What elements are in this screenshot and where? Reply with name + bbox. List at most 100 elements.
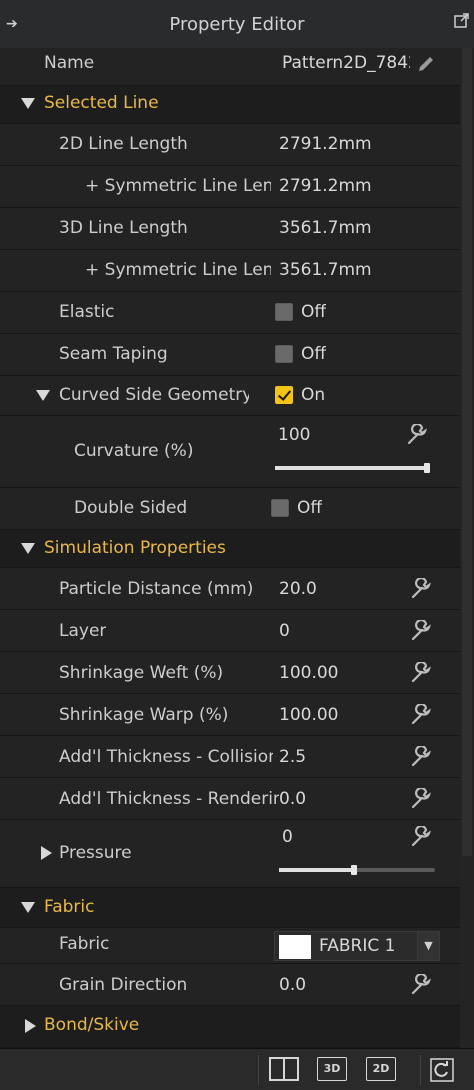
pressure-slider-thumb[interactable] (351, 865, 357, 875)
label: Add'l Thickness - Collision (59, 747, 273, 767)
row-elastic: Elastic Off (0, 292, 460, 334)
vertical-scrollbar[interactable] (460, 48, 474, 1048)
section-bond-skive[interactable]: Bond/Skive (0, 1006, 460, 1048)
label: Layer (59, 621, 107, 641)
bottom-toolbar: 3D 2D (0, 1048, 474, 1090)
curvature-slider[interactable] (275, 466, 430, 470)
section-title: Selected Line (44, 93, 159, 113)
wrench-icon[interactable] (410, 746, 432, 768)
label: Elastic (59, 302, 115, 322)
label: Shrinkage Weft (%) (59, 663, 224, 683)
collapse-down-icon[interactable] (21, 902, 35, 913)
view-3d-button[interactable]: 3D (317, 1057, 347, 1081)
value: Off (301, 344, 327, 364)
row-seam-taping: Seam Taping Off (0, 334, 460, 376)
value[interactable]: 20.0 (279, 579, 317, 599)
collapse-down-icon[interactable] (36, 390, 50, 401)
value[interactable]: 0.0 (279, 975, 306, 995)
row-fabric: Fabric FABRIC 1 ▼ (0, 928, 460, 964)
fabric-swatch (279, 935, 311, 959)
row-curved-side-geometry: Curved Side Geometry On (0, 376, 460, 416)
pressure-slider[interactable] (279, 868, 435, 872)
value[interactable]: 100 (278, 425, 310, 445)
row-3d-line-length: 3D Line Length 3561.7mm (0, 208, 460, 250)
refresh-icon[interactable] (430, 1058, 454, 1082)
wrench-icon[interactable] (410, 704, 432, 726)
elastic-checkbox[interactable] (275, 303, 293, 321)
row-thickness-collision: Add'l Thickness - Collision 2.5 (0, 736, 460, 778)
chevron-down-icon[interactable]: ▼ (417, 932, 439, 960)
row-shrinkage-weft: Shrinkage Weft (%) 100.00 (0, 652, 460, 694)
collapse-down-icon[interactable] (21, 543, 35, 554)
value: 2791.2mm (279, 134, 372, 154)
wrench-icon[interactable] (406, 424, 428, 446)
collapse-down-icon[interactable] (21, 98, 35, 109)
value: Off (297, 498, 323, 518)
window-title: Property Editor (169, 14, 305, 35)
label: Particle Distance (mm) (59, 579, 254, 599)
expand-right-icon[interactable] (41, 846, 52, 860)
row-grain-direction: Grain Direction 0.0 (0, 964, 460, 1006)
seam-taping-checkbox[interactable] (275, 345, 293, 363)
fabric-dropdown-value: FABRIC 1 (319, 936, 396, 956)
section-simulation[interactable]: Simulation Properties (0, 530, 460, 568)
row-pressure: Pressure 0 (0, 820, 460, 888)
wrench-icon[interactable] (410, 578, 432, 600)
row-symmetric-2d: + Symmetric Line Length 2791.2mm (0, 166, 460, 208)
title-bar: ➔ Property Editor (0, 0, 474, 48)
value[interactable]: 0.0 (279, 789, 306, 809)
scrollbar-thumb[interactable] (462, 48, 472, 856)
row-shrinkage-warp: Shrinkage Warp (%) 100.00 (0, 694, 460, 736)
label: 3D Line Length (59, 218, 188, 238)
row-layer: Layer 0 (0, 610, 460, 652)
value: Off (301, 302, 327, 322)
row-thickness-rendering: Add'l Thickness - Rendering 0.0 (0, 778, 460, 820)
value[interactable]: 100.00 (279, 663, 338, 683)
row-symmetric-3d: + Symmetric Line Length 3561.7mm (0, 250, 460, 292)
wrench-icon[interactable] (410, 662, 432, 684)
label: Add'l Thickness - Rendering (59, 789, 279, 809)
fabric-dropdown[interactable]: FABRIC 1 ▼ (274, 931, 440, 961)
value: 3561.7mm (279, 260, 372, 280)
split-view-icon[interactable] (269, 1057, 299, 1081)
section-selected-line[interactable]: Selected Line (0, 86, 460, 124)
section-fabric[interactable]: Fabric (0, 888, 460, 928)
toolbar-divider (258, 1055, 259, 1085)
label: 2D Line Length (59, 134, 188, 154)
label: Seam Taping (59, 344, 168, 364)
value[interactable]: 100.00 (279, 705, 338, 725)
value: On (301, 385, 326, 405)
name-value[interactable]: Pattern2D_7842 (282, 53, 410, 73)
name-label: Name (44, 53, 95, 73)
name-row: Name Pattern2D_7842 (0, 48, 460, 86)
curvature-slider-thumb[interactable] (424, 463, 430, 473)
popout-icon[interactable] (454, 12, 470, 28)
wrench-icon[interactable] (410, 788, 432, 810)
section-title: Simulation Properties (44, 538, 226, 558)
section-title: Bond/Skive (44, 1015, 140, 1035)
row-particle-distance: Particle Distance (mm) 20.0 (0, 568, 460, 610)
label: Double Sided (74, 498, 188, 518)
label: Curvature (%) (74, 441, 194, 461)
label: + Symmetric Line Length (85, 260, 271, 280)
row-double-sided: Double Sided Off (0, 488, 460, 530)
double-sided-checkbox[interactable] (271, 499, 289, 517)
toolbar-divider (420, 1055, 421, 1085)
property-panel: Name Pattern2D_7842 Selected Line 2D Lin… (0, 48, 460, 1048)
value: 3561.7mm (279, 218, 372, 238)
curved-side-checkbox[interactable] (275, 386, 293, 404)
value: 2791.2mm (279, 176, 372, 196)
pencil-icon[interactable] (416, 54, 436, 74)
view-2d-button[interactable]: 2D (366, 1057, 396, 1081)
row-curvature: Curvature (%) 100 (0, 416, 460, 488)
value[interactable]: 0 (279, 621, 290, 641)
wrench-icon[interactable] (410, 826, 432, 848)
value[interactable]: 0 (282, 827, 293, 847)
label: Fabric (59, 934, 110, 954)
label: + Symmetric Line Length (85, 176, 271, 196)
wrench-icon[interactable] (410, 620, 432, 642)
value[interactable]: 2.5 (279, 747, 306, 767)
expand-right-icon[interactable] (25, 1019, 36, 1033)
section-title: Fabric (44, 897, 95, 917)
wrench-icon[interactable] (410, 974, 432, 996)
